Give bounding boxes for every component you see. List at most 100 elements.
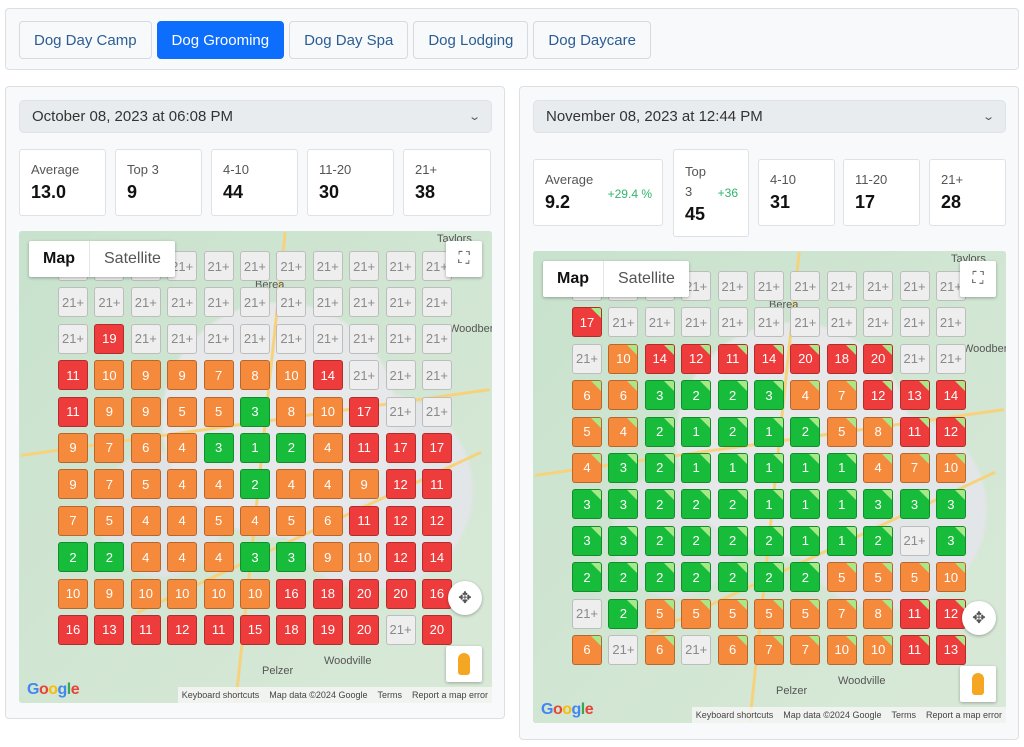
terms-link[interactable]: Terms — [891, 710, 916, 720]
grid-cell[interactable]: 2 — [572, 562, 602, 593]
grid-cell[interactable]: 4 — [790, 380, 821, 411]
grid-cell[interactable]: 1 — [717, 452, 748, 483]
grid-cell[interactable]: 5 — [572, 416, 602, 447]
grid-cell[interactable]: 21+ — [94, 287, 125, 318]
grid-cell[interactable]: 9 — [349, 469, 380, 500]
grid-cell[interactable]: 9 — [130, 360, 161, 391]
grid-cell[interactable]: 5 — [276, 505, 307, 536]
grid-cell[interactable]: 5 — [130, 469, 161, 500]
grid-cell[interactable]: 1 — [753, 416, 784, 447]
grid-cell[interactable]: 21+ — [239, 287, 270, 318]
map-type-satellite-button[interactable]: Satellite — [90, 241, 175, 277]
grid-cell[interactable]: 7 — [94, 469, 125, 500]
grid-cell[interactable]: 2 — [58, 542, 88, 573]
grid-cell[interactable]: 2 — [644, 562, 675, 593]
grid-cell[interactable]: 5 — [899, 562, 930, 593]
grid-cell[interactable]: 2 — [239, 469, 270, 500]
grid-cell[interactable]: 2 — [753, 525, 784, 556]
grid-cell[interactable]: 21+ — [790, 307, 821, 338]
keyboard-shortcuts-link[interactable]: Keyboard shortcuts — [182, 690, 260, 700]
grid-cell[interactable]: 10 — [203, 578, 234, 609]
grid-cell[interactable]: 2 — [681, 562, 712, 593]
grid-cell[interactable]: 1 — [790, 489, 821, 520]
grid-cell[interactable]: 10 — [608, 343, 639, 374]
grid-cell[interactable]: 1 — [826, 489, 857, 520]
grid-cell[interactable]: 21+ — [203, 251, 234, 281]
grid-cell[interactable]: 12 — [385, 505, 416, 536]
grid-cell[interactable]: 6 — [572, 380, 602, 411]
grid-cell[interactable]: 2 — [717, 562, 748, 593]
grid-cell[interactable]: 5 — [863, 562, 894, 593]
grid-cell[interactable]: 12 — [167, 614, 198, 645]
grid-cell[interactable]: 9 — [58, 469, 88, 500]
grid-cell[interactable]: 5 — [94, 505, 125, 536]
grid-cell[interactable]: 4 — [276, 469, 307, 500]
grid-cell[interactable]: 11 — [899, 416, 930, 447]
grid-cell[interactable]: 21+ — [681, 634, 712, 665]
grid-cell[interactable]: 21+ — [899, 525, 930, 556]
grid-cell[interactable]: 11 — [349, 432, 380, 463]
grid-cell[interactable]: 18 — [276, 614, 307, 645]
grid-cell[interactable]: 3 — [935, 525, 966, 556]
grid-cell[interactable]: 21+ — [239, 251, 270, 281]
grid-cell[interactable]: 21+ — [203, 323, 234, 354]
grid-cell[interactable]: 11 — [130, 614, 161, 645]
map-type-map-button[interactable]: Map — [29, 241, 90, 277]
fullscreen-icon[interactable]: ⛶ — [960, 261, 996, 297]
grid-cell[interactable]: 17 — [349, 396, 380, 427]
grid-cell[interactable]: 4 — [130, 505, 161, 536]
grid-cell[interactable]: 16 — [276, 578, 307, 609]
grid-cell[interactable]: 21+ — [826, 307, 857, 338]
grid-cell[interactable]: 10 — [239, 578, 270, 609]
grid-cell[interactable]: 14 — [421, 542, 452, 573]
grid-cell[interactable]: 10 — [935, 562, 966, 593]
grid-cell[interactable]: 4 — [167, 542, 198, 573]
grid-cell[interactable]: 4 — [863, 452, 894, 483]
grid-cell[interactable]: 21+ — [421, 396, 452, 427]
grid-cell[interactable]: 1 — [826, 525, 857, 556]
grid-cell[interactable]: 14 — [935, 380, 966, 411]
grid-cell[interactable]: 10 — [94, 360, 125, 391]
grid-cell[interactable]: 4 — [312, 469, 343, 500]
grid-cell[interactable]: 1 — [239, 432, 270, 463]
grid-cell[interactable]: 21+ — [899, 271, 930, 301]
grid-cell[interactable]: 4 — [312, 432, 343, 463]
grid-cell[interactable]: 7 — [826, 380, 857, 411]
grid-cell[interactable]: 21+ — [239, 323, 270, 354]
grid-cell[interactable]: 12 — [385, 542, 416, 573]
grid-cell[interactable]: 2 — [94, 542, 125, 573]
grid-cell[interactable]: 12 — [681, 343, 712, 374]
grid-cell[interactable]: 21+ — [203, 287, 234, 318]
grid-cell[interactable]: 3 — [608, 525, 639, 556]
grid-cell[interactable]: 3 — [935, 489, 966, 520]
grid-cell[interactable]: 21+ — [826, 271, 857, 301]
grid-cell[interactable]: 10 — [167, 578, 198, 609]
grid-cell[interactable]: 21+ — [753, 271, 784, 301]
grid-cell[interactable]: 19 — [94, 323, 125, 354]
grid-cell[interactable]: 3 — [899, 489, 930, 520]
grid-cell[interactable]: 21+ — [130, 323, 161, 354]
grid-cell[interactable]: 15 — [239, 614, 270, 645]
grid-cell[interactable]: 14 — [312, 360, 343, 391]
grid-cell[interactable]: 1 — [790, 525, 821, 556]
grid-cell[interactable]: 4 — [608, 416, 639, 447]
map-type-satellite-button[interactable]: Satellite — [604, 261, 689, 297]
grid-cell[interactable]: 11 — [421, 469, 452, 500]
grid-cell[interactable]: 3 — [572, 525, 602, 556]
grid-cell[interactable]: 12 — [421, 505, 452, 536]
grid-cell[interactable]: 10 — [349, 542, 380, 573]
grid-cell[interactable]: 21+ — [385, 614, 416, 645]
grid-cell[interactable]: 10 — [58, 578, 88, 609]
grid-cell[interactable]: 21+ — [385, 251, 416, 281]
grid-cell[interactable]: 4 — [167, 469, 198, 500]
grid-cell[interactable]: 1 — [681, 416, 712, 447]
grid-cell[interactable]: 18 — [312, 578, 343, 609]
grid-cell[interactable]: 21+ — [863, 307, 894, 338]
grid-cell[interactable]: 20 — [863, 343, 894, 374]
grid-cell[interactable]: 16 — [58, 614, 88, 645]
grid-cell[interactable]: 4 — [203, 542, 234, 573]
grid-cell[interactable]: 10 — [312, 396, 343, 427]
grid-cell[interactable]: 21+ — [276, 323, 307, 354]
tab-dog-lodging[interactable]: Dog Lodging — [413, 21, 529, 59]
right-map[interactable]: Taylors Berea Woodberry Pelzer Woodville… — [533, 251, 1006, 723]
